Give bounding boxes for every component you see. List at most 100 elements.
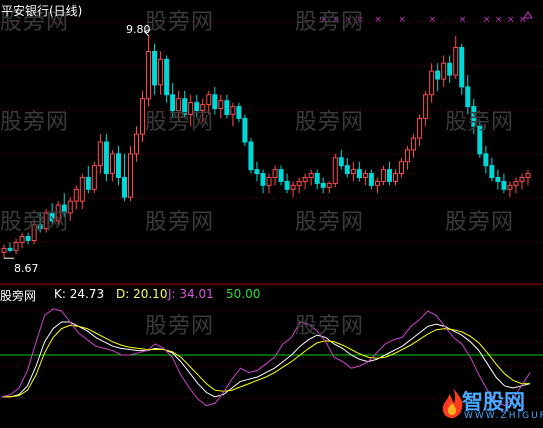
candle-body [1, 247, 7, 253]
candle-body [380, 169, 386, 182]
candle-body [7, 247, 13, 251]
candle-body [338, 157, 344, 167]
candle-body [25, 236, 31, 241]
signal-marker: × [483, 15, 491, 25]
candle-body [115, 153, 121, 178]
candle-body [453, 47, 459, 76]
low-price-label: 8.67 [14, 262, 39, 275]
candle-body [507, 184, 513, 190]
watermark: 股旁网 [445, 210, 515, 235]
watermark: 股旁网 [445, 110, 515, 135]
candle-body [374, 180, 380, 186]
watermark: 股旁网 [295, 314, 365, 339]
candle-body [308, 173, 314, 178]
candle-body [266, 176, 272, 186]
candle-body [272, 169, 278, 178]
kdj-d-value: D: 20.10 [116, 287, 168, 301]
watermark: 股旁网 [0, 110, 70, 135]
candle-body [320, 182, 326, 188]
candle-body [254, 169, 260, 175]
signal-marker: × [429, 15, 437, 25]
signal-marker: × [374, 15, 382, 25]
candle-body [218, 100, 224, 110]
candle-body [134, 133, 140, 155]
candle-body [152, 50, 158, 86]
candle-body [411, 137, 417, 151]
watermark: 股旁网 [145, 314, 215, 339]
candle-body [489, 165, 495, 178]
watermark: 股旁网 [295, 10, 365, 35]
candle-body [519, 176, 525, 182]
candle-body [79, 176, 85, 202]
candle-body [368, 173, 374, 186]
candle-body [164, 58, 170, 96]
candle-body [332, 157, 338, 184]
watermark: 股旁网 [295, 210, 365, 235]
candle-body [344, 165, 350, 175]
candle-body [417, 117, 423, 139]
candle-body [97, 141, 103, 167]
candle-body [326, 182, 332, 188]
candle-body [85, 176, 91, 190]
high-price-label: 9.80 [126, 23, 151, 36]
candle-body [483, 153, 489, 167]
chart-title: 平安银行(日线) [1, 4, 83, 18]
chart-stage: { "title": "平安银行(日线)", "watermarks": ["股… [0, 0, 543, 428]
candle-body [73, 188, 79, 202]
candle-body [158, 58, 164, 86]
brand-logo: 智股网 WWW.ZHIGUF.COM [440, 382, 543, 428]
candle-body [290, 184, 296, 190]
candle-body [501, 180, 507, 190]
candle-body [296, 180, 302, 186]
candle-body [284, 180, 290, 190]
candle-body [441, 62, 447, 80]
candle-body [423, 94, 429, 119]
candle-body [392, 173, 398, 182]
candle-body [525, 173, 531, 178]
candle-body [109, 153, 115, 175]
candle-body [127, 153, 133, 198]
candle-body [140, 98, 146, 135]
candle-body [230, 106, 236, 115]
signal-marker: × [495, 15, 503, 25]
candle-body [278, 169, 284, 182]
watermark: 股旁网 [145, 10, 215, 35]
candle-body [248, 141, 254, 171]
candle-body [121, 176, 127, 198]
candle-body [362, 173, 368, 178]
signal-marker: × [507, 15, 515, 25]
candle-body [495, 176, 501, 182]
signal-marker: × [459, 15, 467, 25]
kdj-j-value: J: 34.01 [168, 287, 214, 301]
watermark: 股旁网 [295, 110, 365, 135]
candle-body [513, 180, 519, 186]
candle-body [447, 62, 453, 76]
candle-body [459, 47, 465, 88]
candle-body [146, 50, 152, 100]
candle-body [435, 70, 441, 80]
brand-url: WWW.ZHIGUF.COM [464, 411, 543, 421]
signal-marker: × [399, 15, 407, 25]
candle-body [19, 236, 25, 243]
candle-body [91, 165, 97, 190]
candle-body [103, 141, 109, 175]
candle-body [386, 169, 392, 182]
kdj-reference-value: 50.00 [226, 287, 261, 301]
candle-body [260, 173, 266, 186]
candle-body [399, 161, 405, 175]
kdj-indicator-name: 股旁网 [0, 289, 37, 303]
candle-body [350, 169, 356, 175]
watermark: 股旁网 [145, 210, 215, 235]
candle-body [236, 106, 242, 119]
candle-body [302, 176, 308, 182]
candle-body [314, 173, 320, 184]
candle-body [429, 70, 435, 96]
candle-body [224, 100, 230, 115]
watermark: 股旁网 [0, 210, 70, 235]
kdj-k-value: K: 24.73 [54, 287, 105, 301]
candle-body [356, 169, 362, 178]
candle-body [13, 241, 19, 251]
candle-body [405, 149, 411, 163]
watermark: 股旁网 [145, 110, 215, 135]
candle-body [242, 117, 248, 143]
